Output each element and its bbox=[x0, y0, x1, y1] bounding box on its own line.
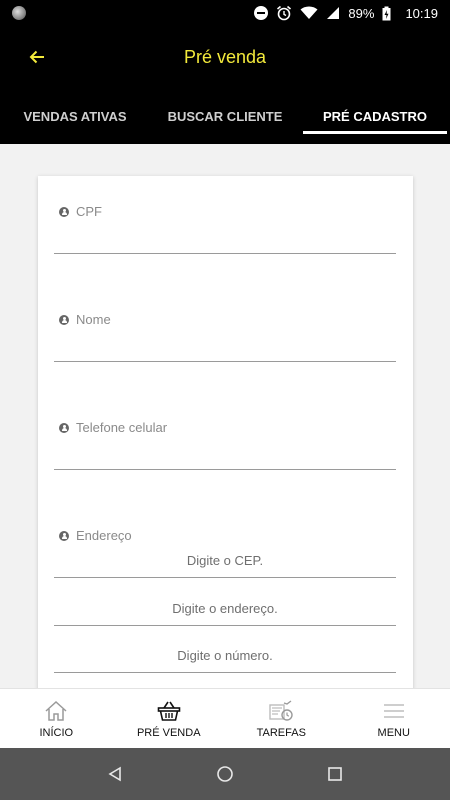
tab-pre-cadastro[interactable]: PRÉ CADASTRO bbox=[300, 88, 450, 144]
title-row: Pré venda bbox=[0, 26, 450, 88]
signal-icon bbox=[326, 6, 340, 20]
nav-pre-venda-label: PRÉ VENDA bbox=[136, 726, 201, 739]
nome-input-underline bbox=[54, 361, 396, 362]
cep-input[interactable]: Digite o CEP. bbox=[54, 538, 396, 578]
cpf-label-text: CPF bbox=[76, 204, 102, 219]
endereco-input-underline bbox=[54, 625, 396, 626]
nav-inicio-label: INÍCIO bbox=[39, 726, 74, 739]
system-navigation-bar bbox=[0, 748, 450, 800]
nav-pre-venda[interactable]: PRÉ VENDA bbox=[113, 689, 226, 748]
telefone-label-text: Telefone celular bbox=[76, 420, 168, 435]
do-not-disturb-icon bbox=[254, 6, 269, 20]
nav-menu-label: MENU bbox=[377, 726, 410, 739]
system-back-button[interactable] bbox=[95, 754, 135, 794]
nav-menu[interactable]: MENU bbox=[338, 689, 450, 748]
alarm-icon bbox=[276, 5, 292, 21]
battery-charging-icon bbox=[382, 6, 391, 21]
menu-icon bbox=[381, 699, 407, 723]
numero-input-underline bbox=[54, 672, 396, 673]
telefone-input-underline bbox=[54, 469, 396, 470]
user-circle-icon bbox=[59, 422, 69, 433]
numero-placeholder: Digite o número. bbox=[177, 648, 273, 663]
cpf-label: CPF bbox=[54, 204, 396, 219]
cep-placeholder: Digite o CEP. bbox=[186, 553, 264, 568]
system-recents-button[interactable] bbox=[315, 754, 355, 794]
user-circle-icon bbox=[59, 314, 69, 325]
user-circle-icon bbox=[59, 206, 69, 217]
endereco-placeholder: Digite o endereço. bbox=[172, 601, 278, 616]
recents-square-icon bbox=[328, 767, 342, 781]
nome-label-text: Nome bbox=[76, 312, 111, 327]
numero-input[interactable]: Digite o número. bbox=[54, 633, 396, 673]
nome-field[interactable]: Nome bbox=[54, 312, 396, 362]
basket-icon bbox=[156, 699, 182, 723]
system-home-button[interactable] bbox=[205, 754, 245, 794]
tasks-icon bbox=[268, 699, 294, 723]
tab-bar: VENDAS ATIVAS BUSCAR CLIENTE PRÉ CADASTR… bbox=[0, 88, 450, 144]
arrow-left-icon bbox=[29, 50, 44, 64]
app-header: Pré venda VENDAS ATIVAS BUSCAR CLIENTE P… bbox=[0, 26, 450, 144]
telefone-label: Telefone celular bbox=[54, 420, 396, 435]
cpf-field[interactable]: CPF bbox=[54, 204, 396, 254]
battery-percent: 89% bbox=[348, 5, 375, 21]
status-time: 10:19 bbox=[405, 5, 438, 21]
endereco-input[interactable]: Digite o endereço. bbox=[54, 586, 396, 626]
nav-tarefas-label: TAREFAS bbox=[256, 726, 306, 739]
home-circle-icon bbox=[217, 766, 233, 782]
page-title: Pré venda bbox=[183, 46, 267, 67]
telefone-field[interactable]: Telefone celular bbox=[54, 420, 396, 470]
cep-input-underline bbox=[54, 577, 396, 578]
wifi-icon bbox=[300, 6, 318, 20]
tab-vendas-ativas[interactable]: VENDAS ATIVAS bbox=[0, 88, 150, 144]
back-button[interactable] bbox=[24, 44, 50, 70]
home-icon bbox=[43, 699, 69, 723]
nome-label: Nome bbox=[54, 312, 396, 327]
status-bar: 89% 10:19 bbox=[0, 0, 450, 26]
tab-buscar-cliente[interactable]: BUSCAR CLIENTE bbox=[150, 88, 300, 144]
nav-inicio[interactable]: INÍCIO bbox=[0, 689, 113, 748]
notification-dot-icon bbox=[12, 6, 26, 20]
bottom-navigation: INÍCIO PRÉ VENDA TAREFAS MENU bbox=[0, 688, 450, 748]
cpf-input-underline bbox=[54, 253, 396, 254]
nav-tarefas[interactable]: TAREFAS bbox=[225, 689, 338, 748]
pre-cadastro-card: CPF Nome Telefone celular Endereço Digit… bbox=[38, 176, 413, 736]
back-triangle-icon bbox=[108, 766, 121, 782]
